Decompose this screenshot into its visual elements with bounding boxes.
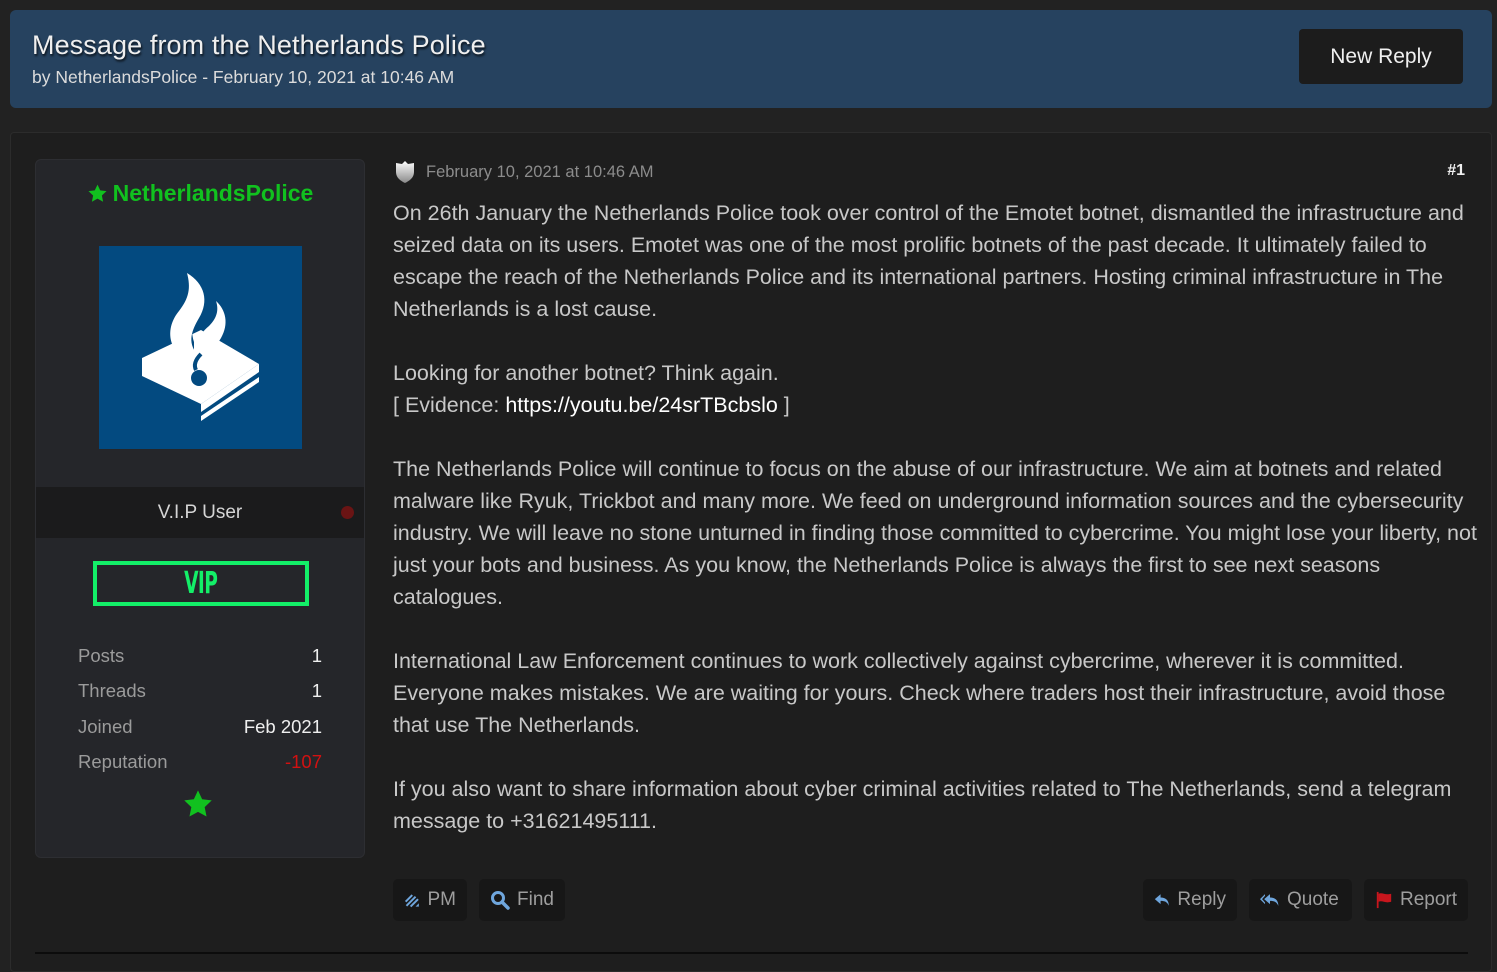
post-paragraph: If you also want to share information ab… [393, 777, 1452, 833]
post: NetherlandsPolice V.I.P User VIP Posts 1… [10, 132, 1492, 972]
user-rank-text: V.I.P User [157, 501, 243, 523]
avatar[interactable] [99, 246, 302, 449]
find-button[interactable]: Find [479, 879, 565, 921]
vip-badge-text: VIP [184, 566, 218, 601]
pm-icon [404, 894, 419, 908]
stat-label: Threads [78, 680, 146, 702]
vip-badge: VIP [93, 561, 309, 606]
new-reply-button[interactable]: New Reply [1299, 29, 1463, 84]
evidence-link[interactable]: https://youtu.be/24srTBcbslo [505, 393, 777, 417]
reply-label: Reply [1177, 889, 1226, 910]
stat-reputation: Reputation -107 [78, 745, 322, 781]
post-body: On 26th January the Netherlands Police t… [393, 197, 1478, 869]
evidence-prefix: [ Evidence: [393, 393, 506, 417]
quote-label: Quote [1287, 889, 1339, 910]
post-divider [35, 952, 1468, 954]
quote-button[interactable]: Quote [1249, 879, 1352, 921]
post-paragraph: The Netherlands Police will continue to … [393, 457, 1477, 609]
stat-threads: Threads 1 [78, 674, 322, 710]
user-card: NetherlandsPolice V.I.P User VIP Posts 1… [35, 159, 365, 858]
reputation-value-link[interactable]: -107 [285, 751, 322, 773]
stat-posts: Posts 1 [78, 638, 322, 674]
post-paragraph: On 26th January the Netherlands Police t… [393, 201, 1464, 321]
reply-button[interactable]: Reply [1143, 879, 1237, 921]
report-button[interactable]: Report [1364, 879, 1468, 921]
stat-label: Joined [78, 715, 133, 737]
stat-joined: Joined Feb 2021 [78, 709, 322, 745]
post-meta: February 10, 2021 at 10:46 AM [394, 160, 653, 184]
stat-value: Feb 2021 [243, 715, 322, 737]
post-text: Looking for another botnet? Think again. [393, 361, 779, 385]
post-paragraph: Looking for another botnet? Think again.… [393, 357, 1478, 421]
stat-value: 1 [311, 644, 322, 666]
post-timestamp: February 10, 2021 at 10:46 AM [426, 162, 654, 181]
stat-label: Posts [78, 644, 125, 666]
pm-label: PM [427, 889, 457, 910]
search-icon [491, 891, 510, 910]
reply-icon [1154, 894, 1169, 906]
thread-title: Message from the Netherlands Police [32, 30, 486, 60]
police-logo-icon [142, 271, 259, 421]
evidence-suffix: ] [777, 393, 790, 417]
post-number-link[interactable]: #1 [1447, 162, 1465, 180]
user-stats: Posts 1 Threads 1 Joined Feb 2021 Reputa… [78, 638, 322, 780]
flag-icon [1376, 891, 1392, 909]
star-icon [88, 184, 107, 202]
find-label: Find [517, 889, 554, 910]
thread-header: Message from the Netherlands Police by N… [10, 10, 1492, 108]
offline-status-dot [341, 506, 354, 519]
username-text: NetherlandsPolice [112, 180, 314, 206]
reply-all-icon [1260, 894, 1279, 906]
stat-label: Reputation [78, 751, 168, 773]
user-rank: V.I.P User [36, 487, 364, 538]
username-link[interactable]: NetherlandsPolice [36, 180, 364, 207]
pm-button[interactable]: PM [393, 879, 467, 921]
stat-value: 1 [311, 680, 322, 702]
post-paragraph: International Law Enforcement continues … [393, 649, 1446, 737]
thread-byline: by NetherlandsPolice - February 10, 2021… [32, 67, 455, 87]
report-label: Report [1399, 889, 1457, 910]
star-award-icon [184, 790, 212, 817]
shield-icon [396, 161, 414, 183]
